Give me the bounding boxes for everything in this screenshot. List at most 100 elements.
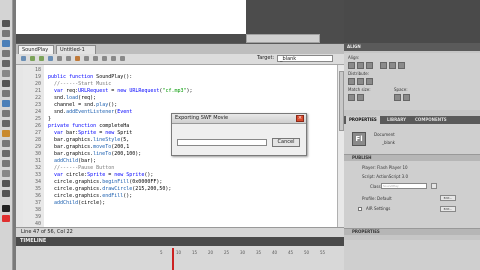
distribute-center-icon[interactable]	[357, 78, 364, 85]
pencil-tool-icon[interactable]	[2, 110, 10, 117]
fill-color-icon[interactable]	[2, 215, 10, 222]
right-panel-bottom	[344, 240, 480, 270]
profile-edit-button[interactable]: Edit...	[440, 195, 456, 201]
code-line[interactable]: bar.graphics.moveTo(200,1	[48, 144, 129, 151]
check-syntax-icon[interactable]	[48, 56, 53, 61]
zoom-tool-icon[interactable]	[2, 190, 10, 197]
air-edit-button[interactable]: Edit...	[440, 206, 456, 212]
line-tool-icon[interactable]	[2, 90, 10, 97]
code-line[interactable]: channel = snd.play();	[48, 102, 117, 109]
rectangle-tool-icon[interactable]	[2, 100, 10, 107]
tab-library[interactable]: LIBRARY	[384, 116, 409, 124]
cancel-button[interactable]: Cancel	[272, 138, 300, 147]
match-height-icon[interactable]	[357, 94, 364, 101]
eraser-tool-icon[interactable]	[2, 170, 10, 177]
tab-untitled-1[interactable]: Untitled-1	[56, 45, 96, 54]
code-line[interactable]: var bar:Sprite = new Sprit	[48, 130, 132, 137]
expand-icon[interactable]	[93, 56, 98, 61]
code-line[interactable]: bar.graphics.lineTo(200,100);	[48, 151, 141, 158]
code-line[interactable]: //------Start Music	[48, 81, 111, 88]
line-number: 23	[34, 102, 41, 108]
line-number: 31	[34, 158, 41, 164]
code-line[interactable]: var circle:Sprite = new Sprite();	[48, 172, 153, 179]
top-scrollbar[interactable]	[246, 34, 320, 43]
stroke-color-icon[interactable]	[2, 205, 10, 212]
properties-tabs: PROPERTIES LIBRARY COMPONENTS	[344, 116, 480, 124]
uncomment-icon[interactable]	[111, 56, 116, 61]
bone-tool-icon[interactable]	[2, 140, 10, 147]
frame-tick: 25	[224, 250, 230, 255]
line-number-gutter: 18 19 20 21 22 23 24 25 26 27 28 29 30 31 32 33 34 35 36 37…	[23, 65, 45, 227]
code-line[interactable]: bar.graphics.lineStyle(5,	[48, 137, 129, 144]
insert-target-icon[interactable]	[39, 56, 44, 61]
code-hint-icon[interactable]	[66, 56, 71, 61]
space-vertical-icon[interactable]	[394, 94, 401, 101]
deco-tool-icon[interactable]	[2, 130, 10, 137]
code-line[interactable]: circle.graphics.beginFill(0x0000FF);	[48, 179, 162, 186]
gradient-tool-icon[interactable]	[2, 50, 10, 57]
lasso-tool-icon[interactable]	[2, 60, 10, 67]
space-horizontal-icon[interactable]	[403, 94, 410, 101]
align-right-icon[interactable]	[366, 62, 373, 69]
dialog-title: Exporting SWF Movie	[175, 115, 229, 121]
line-number: 21	[34, 88, 41, 94]
close-icon[interactable]: ×	[296, 115, 304, 122]
frame-tick: 40	[272, 250, 278, 255]
free-transform-tool-icon[interactable]	[2, 40, 10, 47]
subselection-tool-icon[interactable]	[2, 30, 10, 37]
selection-tool-icon[interactable]	[2, 20, 10, 27]
tab-properties[interactable]: PROPERTIES	[346, 116, 380, 124]
distribute-top-icon[interactable]	[348, 78, 355, 85]
line-number: 18	[34, 67, 41, 73]
tab-components[interactable]: COMPONENTS	[412, 116, 450, 124]
debug-options-icon[interactable]	[75, 56, 80, 61]
target-select[interactable]: _blank	[277, 55, 333, 62]
add-statement-icon[interactable]	[21, 56, 26, 61]
publish-section-header[interactable]: PUBLISH	[344, 154, 480, 161]
actions-toolbar: Target: _blank	[16, 54, 344, 65]
code-line[interactable]: //------Pause Button	[48, 165, 114, 172]
code-line[interactable]: addChild(bar);	[48, 158, 96, 165]
code-line[interactable]: addChild(circle);	[48, 200, 105, 207]
code-line[interactable]: circle.graphics.drawCircle(215,200,50);	[48, 186, 171, 193]
class-field[interactable]: SoundPlay	[381, 183, 427, 189]
align-middle-icon[interactable]	[389, 62, 396, 69]
align-header[interactable]: ALIGN	[344, 43, 480, 51]
code-snippets-icon[interactable]	[120, 56, 125, 61]
document-type: Document	[374, 132, 395, 137]
class-edit-icon[interactable]	[431, 183, 437, 189]
align-top-icon[interactable]	[380, 62, 387, 69]
line-number: 35	[34, 186, 41, 192]
pen-tool-icon[interactable]	[2, 70, 10, 77]
code-line[interactable]: }	[48, 116, 51, 123]
line-number: 26	[34, 123, 41, 129]
align-center-icon[interactable]	[357, 62, 364, 69]
tab-soundplay[interactable]: SoundPlay	[18, 45, 54, 54]
timeline-ruler[interactable]: 5 10 15 20 25 30 35 40 45 50 55	[160, 250, 344, 258]
match-width-icon[interactable]	[348, 94, 355, 101]
code-line[interactable]: circle.graphics.endFill();	[48, 193, 132, 200]
air-settings-checkbox[interactable]	[358, 207, 362, 211]
stage-area	[16, 0, 246, 34]
align-left-icon[interactable]	[348, 62, 355, 69]
distribute-bottom-icon[interactable]	[366, 78, 373, 85]
playhead[interactable]	[172, 248, 174, 270]
code-line[interactable]: snd.load(req);	[48, 95, 96, 102]
hand-tool-icon[interactable]	[2, 180, 10, 187]
code-line[interactable]: var req:URLRequest = new URLRequest("cf.…	[48, 88, 193, 95]
find-icon[interactable]	[30, 56, 35, 61]
code-line[interactable]: public function SoundPlay():	[48, 74, 132, 81]
collapse-icon[interactable]	[84, 56, 89, 61]
line-number: 20	[34, 81, 41, 87]
brush-tool-icon[interactable]	[2, 120, 10, 127]
code-line[interactable]: snd.addEventListener(Event	[48, 109, 132, 116]
auto-format-icon[interactable]	[57, 56, 62, 61]
text-tool-icon[interactable]	[2, 80, 10, 87]
align-bottom-icon[interactable]	[398, 62, 405, 69]
paint-bucket-tool-icon[interactable]	[2, 150, 10, 157]
line-number: 30	[34, 151, 41, 157]
eyedropper-tool-icon[interactable]	[2, 160, 10, 167]
comment-icon[interactable]	[102, 56, 107, 61]
properties-section-header[interactable]: PROPERTIES	[344, 228, 480, 235]
code-line[interactable]: private function completeHa	[48, 123, 129, 130]
